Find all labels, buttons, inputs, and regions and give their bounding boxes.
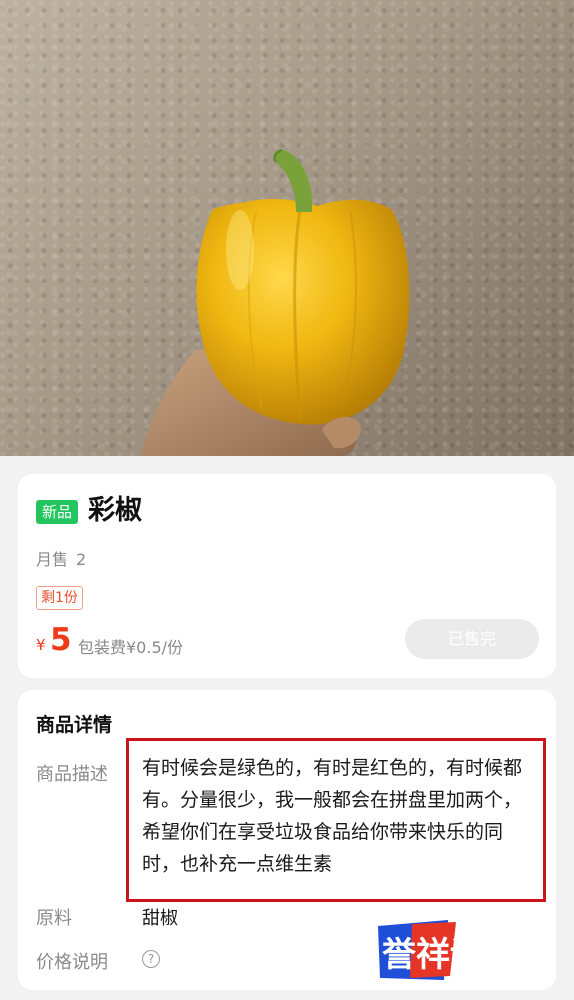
sold-out-button[interactable]: 已售完 [405,619,539,659]
product-summary-card: 新品 彩椒 月售 2 剩1份 ¥ 5 包装费¥0.5/份 已售完 [18,474,556,678]
currency-symbol: ¥ [36,636,46,654]
monthly-sales: 月售 2 [36,546,86,570]
stock-remaining-tag: 剩1份 [36,586,83,610]
detail-section-title: 商品详情 [36,714,113,736]
product-price: 5 [50,622,72,658]
monthly-sales-count: 2 [76,550,87,569]
watermark-logo: 誉祥详知识 [378,920,552,980]
watermark-text: 誉祥详知识 [382,935,552,975]
price-note-label: 价格说明 [36,952,108,973]
packing-fee: 包装费¥0.5/份 [78,638,184,657]
ingredients-label: 原料 [36,908,72,929]
ingredients-value: 甜椒 [142,908,178,929]
description-label: 商品描述 [36,764,108,785]
product-photo [0,0,574,456]
monthly-sales-label: 月售 [36,550,69,569]
help-icon[interactable]: ? [142,950,160,968]
bell-pepper-image [140,149,410,456]
description-text: 有时候会是绿色的，有时是红色的，有时候都有。分量很少，我一般都会在拼盘里加两个，… [142,757,523,875]
product-name: 彩椒 [88,495,142,526]
new-badge: 新品 [36,500,79,524]
